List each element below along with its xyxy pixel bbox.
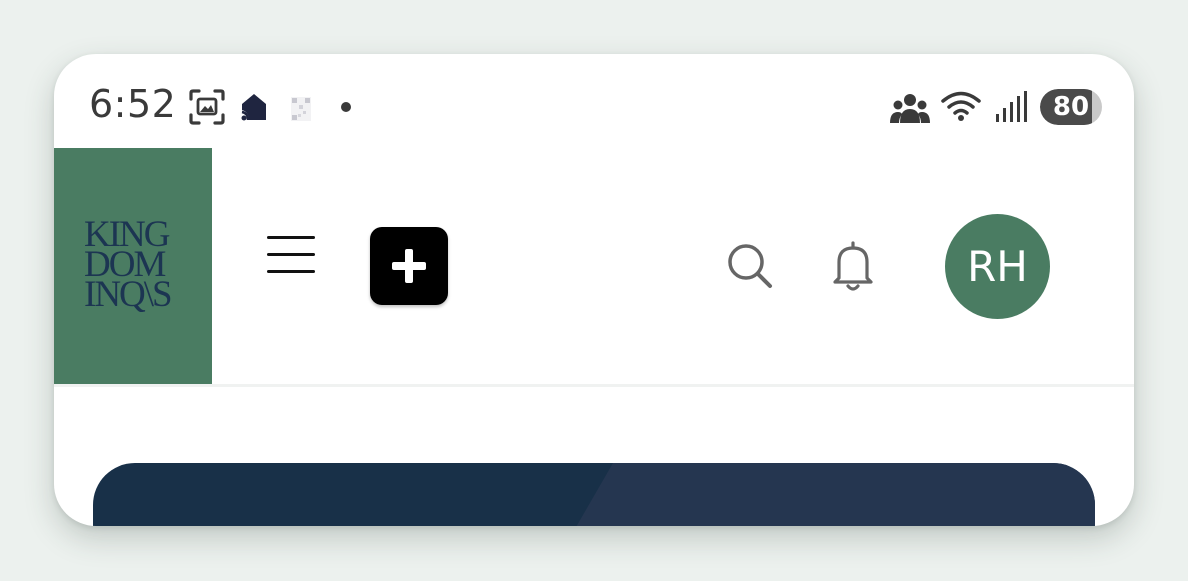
screenshot-icon (189, 89, 225, 125)
battery-icon: 80 (1040, 89, 1102, 125)
plus-icon (392, 249, 426, 283)
search-icon[interactable] (726, 242, 774, 290)
people-icon (890, 94, 930, 123)
add-button[interactable] (370, 227, 448, 305)
phone-frame: 6:52 80 KING DOM INQ\S RH (54, 54, 1134, 526)
status-bar: 6:52 80 (54, 54, 1134, 148)
notification-bell-icon[interactable] (830, 240, 876, 292)
hero-card (93, 463, 1095, 526)
wifi-icon (941, 91, 981, 121)
logo-line-3: INQ\S (84, 274, 173, 315)
signal-icon (996, 91, 1027, 122)
user-avatar[interactable]: RH (945, 214, 1050, 319)
app-header: KING DOM INQ\S RH (54, 148, 1134, 387)
hamburger-menu-button[interactable] (259, 236, 321, 286)
home-notification-icon (241, 94, 266, 121)
status-time: 6:52 (89, 82, 177, 126)
battery-level: 80 (1052, 92, 1090, 122)
dot-icon (341, 102, 351, 112)
kingdom-logo[interactable]: KING DOM INQ\S (54, 148, 212, 384)
hero-card-accent (543, 463, 1095, 526)
qr-code-icon (291, 97, 311, 121)
